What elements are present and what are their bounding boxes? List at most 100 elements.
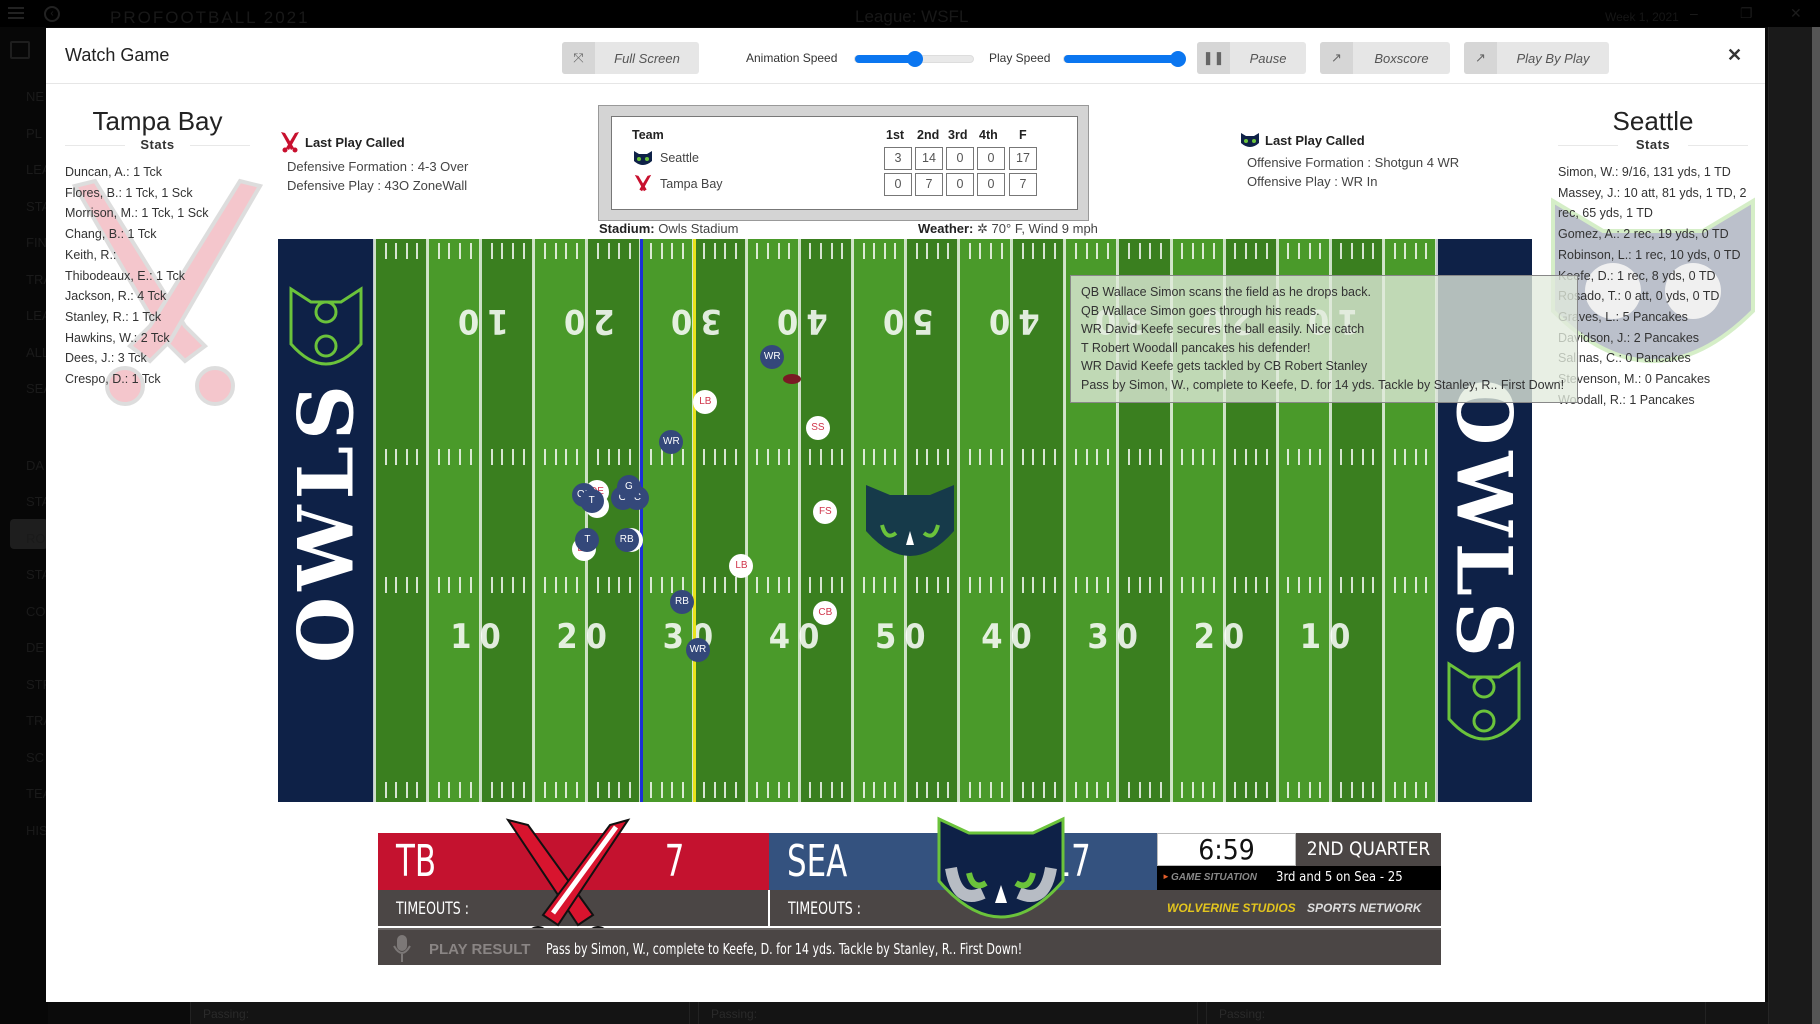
- owl-logo-icon: [289, 286, 363, 366]
- sidebar-item[interactable]: SC: [26, 750, 44, 765]
- field-stripe: [374, 239, 428, 802]
- hash-mark: [1085, 243, 1088, 259]
- sidebar-item[interactable]: HIS: [26, 823, 48, 838]
- hash-mark: [809, 782, 812, 798]
- full-screen-button[interactable]: ⤧ Full Screen: [562, 42, 699, 74]
- away-stat-line: Crespo, D.: 1 Tck: [65, 372, 161, 387]
- passing-cell: Passing:: [190, 1002, 690, 1024]
- offense-player-g[interactable]: G: [616, 474, 641, 499]
- hash-mark: [554, 243, 557, 259]
- hash-mark: [1000, 782, 1003, 798]
- hash-mark: [1308, 782, 1311, 798]
- hash-mark: [883, 577, 886, 593]
- back-arrow-icon[interactable]: ‹: [44, 6, 60, 22]
- away-stat-line: Chang, B.: 1 Tck: [65, 227, 157, 242]
- restore-icon[interactable]: ❐: [1740, 5, 1753, 22]
- scrollbar[interactable]: [1812, 27, 1820, 1024]
- hash-mark: [1032, 577, 1035, 593]
- left-endzone: OWLS: [278, 239, 374, 802]
- offense-player-t[interactable]: T: [579, 488, 604, 513]
- minimize-icon[interactable]: –: [1690, 5, 1698, 21]
- hash-mark: [968, 449, 971, 465]
- hash-mark: [809, 577, 812, 593]
- hash-mark: [416, 243, 419, 259]
- hash-mark: [989, 577, 992, 593]
- animation-speed-slider[interactable]: [854, 51, 974, 67]
- boxscore-button[interactable]: ↗ Boxscore: [1320, 42, 1450, 74]
- score-cell: 14: [915, 147, 943, 170]
- play-speed-slider[interactable]: [1063, 51, 1186, 67]
- hash-mark: [820, 782, 823, 798]
- score-cell: 17: [1009, 147, 1037, 170]
- offense-player-wr[interactable]: WR: [659, 429, 684, 454]
- home-stat-line: Salinas, C.: 0 Pancakes: [1558, 351, 1691, 366]
- hash-mark: [565, 449, 568, 465]
- sidebar-item[interactable]: DE: [26, 640, 44, 655]
- offense-player-rb[interactable]: RB: [614, 528, 639, 553]
- hash-mark: [1266, 577, 1269, 593]
- animation-speed-handle[interactable]: [907, 51, 923, 67]
- hash-mark: [458, 577, 461, 593]
- yard-number: 30: [1087, 617, 1146, 657]
- hamburger-menu-icon[interactable]: [8, 7, 24, 19]
- offense-player-rb[interactable]: RB: [669, 590, 694, 615]
- sidebar-item[interactable]: PL: [26, 126, 42, 141]
- hash-mark: [1149, 243, 1152, 259]
- defense-player-ss[interactable]: SS: [805, 415, 830, 440]
- hash-mark: [841, 782, 844, 798]
- sidebar-item[interactable]: NE: [26, 89, 44, 104]
- hash-mark: [448, 449, 451, 465]
- hash-mark: [1106, 782, 1109, 798]
- yard-line: [850, 239, 854, 802]
- defense-player-lb[interactable]: LB: [729, 553, 754, 578]
- hash-mark: [1297, 243, 1300, 259]
- hash-mark: [777, 243, 780, 259]
- hash-mark: [830, 243, 833, 259]
- hash-mark: [1255, 782, 1258, 798]
- hash-mark: [862, 243, 865, 259]
- hash-mark: [915, 577, 918, 593]
- sidebar-item[interactable]: DA: [26, 458, 44, 473]
- play-by-play-button[interactable]: ↗ Play By Play: [1464, 42, 1609, 74]
- hash-mark: [1085, 782, 1088, 798]
- hash-mark: [1202, 782, 1205, 798]
- hash-mark: [1351, 782, 1354, 798]
- hash-mark: [1340, 782, 1343, 798]
- hash-mark: [1255, 449, 1258, 465]
- yard-number: 10: [1299, 617, 1359, 657]
- network-banner: WOLVERINE STUDIOS SPORTS NETWORK: [1157, 890, 1441, 926]
- hash-mark: [543, 449, 546, 465]
- hash-mark: [968, 782, 971, 798]
- hash-mark: [1181, 449, 1184, 465]
- period-header: 4th: [979, 128, 998, 142]
- hash-mark: [926, 449, 929, 465]
- sidebar-item[interactable]: CO: [26, 604, 46, 619]
- hash-mark: [660, 243, 663, 259]
- hash-mark: [448, 782, 451, 798]
- offense-player-wr[interactable]: WR: [685, 637, 710, 662]
- stadium-info: Stadium: Owls Stadium: [599, 221, 738, 236]
- sidebar-item[interactable]: RO: [26, 531, 46, 546]
- hash-mark: [820, 243, 823, 259]
- home-abbr: SEA: [787, 836, 848, 887]
- hash-mark: [1128, 782, 1131, 798]
- hash-mark: [766, 577, 769, 593]
- hash-mark: [395, 449, 398, 465]
- hash-mark: [777, 782, 780, 798]
- box-score-away-team: Tampa Bay: [632, 174, 723, 194]
- animation-speed-fill: [855, 55, 915, 63]
- hash-mark: [597, 449, 600, 465]
- hash-mark: [809, 243, 812, 259]
- sidebar-item[interactable]: FIN: [26, 235, 47, 250]
- hash-mark: [1255, 577, 1258, 593]
- close-modal-button[interactable]: ✕: [1727, 45, 1742, 66]
- window-close-icon[interactable]: ✕: [1790, 5, 1802, 22]
- hash-mark: [1043, 243, 1046, 259]
- yard-number: 20: [1193, 617, 1253, 657]
- calendar-icon[interactable]: [10, 41, 30, 59]
- hash-mark: [671, 782, 674, 798]
- pause-button[interactable]: ❚❚ Pause: [1197, 42, 1306, 74]
- hash-mark: [1096, 243, 1099, 259]
- play-speed-handle[interactable]: [1170, 51, 1186, 67]
- hash-mark: [597, 782, 600, 798]
